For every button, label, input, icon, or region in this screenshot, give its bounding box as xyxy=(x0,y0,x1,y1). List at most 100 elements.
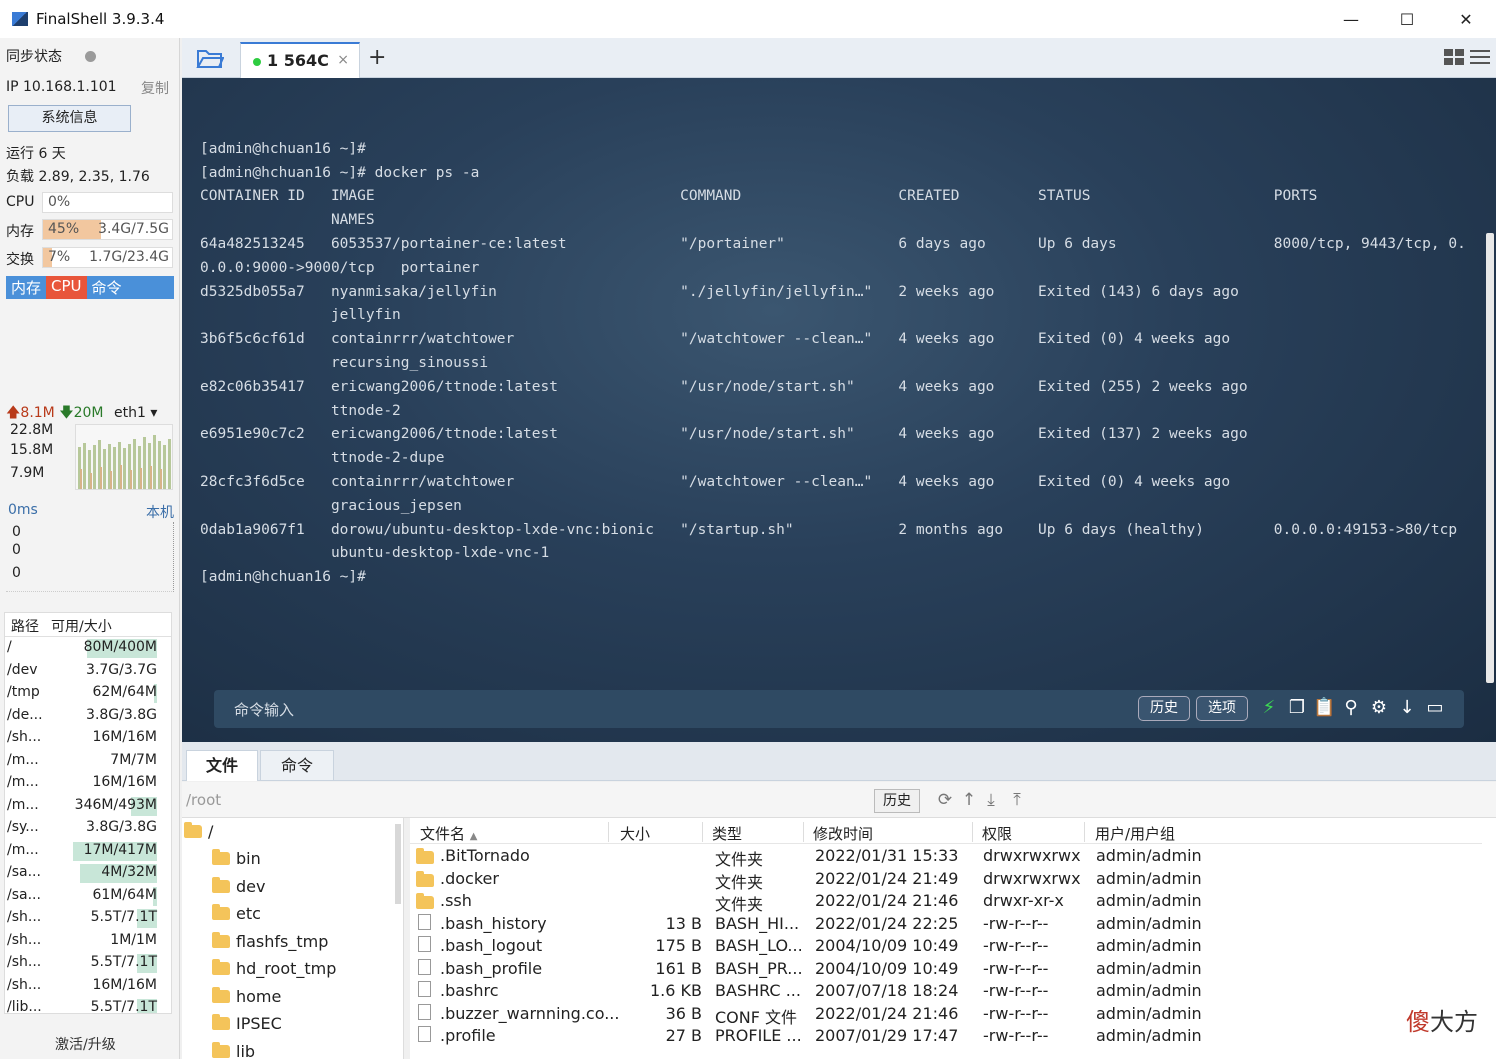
grid-layout-icon[interactable] xyxy=(1444,49,1464,65)
paste-icon[interactable]: 📋 xyxy=(1313,696,1335,720)
path-history-button[interactable]: 历史 xyxy=(874,789,920,813)
tab-files[interactable]: 文件 xyxy=(186,750,258,781)
copy-ip-link[interactable]: 复制 xyxy=(141,78,169,98)
path-input[interactable]: /root xyxy=(186,788,876,812)
path-bar: /root 历史 ⟳ ↑ ⤓ ⤒ xyxy=(182,782,1496,818)
file-row[interactable]: .profile 27 B PROFILE ... 2007/01/29 17:47 -… xyxy=(410,1025,1210,1048)
disk-row[interactable]: /dev 3.7G/3.7G xyxy=(5,660,171,683)
menu-icon[interactable] xyxy=(1470,49,1490,65)
disk-row[interactable]: /sh... 5.5T/7.1T xyxy=(5,907,171,930)
col-size[interactable]: 大小 xyxy=(620,823,650,844)
system-info-button[interactable]: 系统信息 xyxy=(8,105,131,132)
tree-item[interactable]: home xyxy=(212,986,281,1006)
tree-item-label: bin xyxy=(236,849,261,868)
disk-col-path[interactable]: 路径 xyxy=(5,613,45,636)
add-tab-button[interactable]: + xyxy=(368,45,386,70)
tree-item[interactable]: bin xyxy=(212,849,261,868)
up-directory-icon[interactable]: ↑ xyxy=(960,790,978,810)
disk-row[interactable]: /sa... 61M/64M xyxy=(5,885,171,908)
activate-upgrade-link[interactable]: 激活/升级 xyxy=(55,1034,116,1054)
tree-item[interactable]: lib xyxy=(212,1041,255,1059)
column-separator[interactable] xyxy=(702,822,703,842)
terminal-scrollbar[interactable] xyxy=(1486,233,1494,683)
terminal-line: [admin@hchuan16 ~]# xyxy=(200,140,366,157)
file-perm: drwxrwxrwx xyxy=(983,868,1081,888)
col-mtime[interactable]: 修改时间 xyxy=(813,823,873,844)
tab-command[interactable]: 命令 xyxy=(87,276,127,299)
refresh-icon[interactable]: ⟳ xyxy=(936,790,954,810)
session-tab[interactable]: 1 564C × xyxy=(240,42,360,78)
disk-value: 3.7G/3.7G xyxy=(86,661,157,678)
file-size: 1.6 KB xyxy=(650,981,702,1000)
net-scale-low: 7.9M xyxy=(10,465,45,481)
disk-row[interactable]: /de... 3.8G/3.8G xyxy=(5,705,171,728)
disk-path: /sa... xyxy=(7,864,41,880)
disk-col-size[interactable]: 可用/大小 xyxy=(45,613,118,636)
column-separator[interactable] xyxy=(972,822,973,842)
network-interface-select[interactable]: eth1 xyxy=(114,405,146,421)
tree-scrollbar[interactable] xyxy=(395,824,401,904)
tab-commands[interactable]: 命令 xyxy=(260,750,334,781)
command-input[interactable]: 命令输入 xyxy=(234,699,294,720)
disk-row[interactable]: /tmp 62M/64M xyxy=(5,682,171,705)
column-separator[interactable] xyxy=(1084,822,1085,842)
upload-icon[interactable]: ⤒ xyxy=(1008,790,1026,810)
close-button[interactable]: ✕ xyxy=(1437,0,1495,38)
file-row[interactable]: .buzzer_warnning.co... 36 B CONF 文件 2022/01… xyxy=(410,1003,1210,1027)
disk-row[interactable]: /m... 346M/493M xyxy=(5,795,171,818)
maximize-button[interactable]: ☐ xyxy=(1378,0,1436,38)
disk-row[interactable]: /m... 7M/7M xyxy=(5,750,171,773)
disk-row[interactable]: /sy... 3.8G/3.8G xyxy=(5,817,171,840)
minimize-button[interactable]: — xyxy=(1322,0,1380,38)
disk-row[interactable]: /sh... 16M/16M xyxy=(5,727,171,750)
lightning-icon[interactable]: ⚡ xyxy=(1258,696,1280,720)
terminal-line: [admin@hchuan16 ~]# xyxy=(200,569,366,586)
tab-cpu[interactable]: CPU xyxy=(46,276,87,299)
file-row[interactable]: .BitTornado 文件夹 2022/01/31 15:33 drwxrwxrwx… xyxy=(410,845,1210,869)
disk-row[interactable]: /m... 16M/16M xyxy=(5,772,171,795)
column-separator[interactable] xyxy=(803,822,804,842)
ping-host-select[interactable]: 本机 xyxy=(146,502,174,522)
copy-icon[interactable]: ❐ xyxy=(1286,696,1308,720)
disk-row[interactable]: /sh... 5.5T/7.1T xyxy=(5,952,171,975)
tree-item[interactable]: IPSEC xyxy=(212,1014,282,1033)
disk-table: 路径 可用/大小 / 80M/400M/dev 3.7G/3.7G/tmp 62M/6… xyxy=(4,612,172,1014)
arrow-down-icon[interactable]: ↓ xyxy=(1396,696,1418,720)
file-row[interactable]: .bash_logout 175 B BASH_LO... 2004/10/09 10… xyxy=(410,935,1210,958)
file-row[interactable]: .ssh 文件夹 2022/01/24 21:46 drwxr-xr-x admin/a… xyxy=(410,890,1210,914)
tree-item[interactable]: flashfs_tmp xyxy=(212,931,328,951)
options-button[interactable]: 选项 xyxy=(1196,696,1248,721)
download-icon[interactable]: ⤓ xyxy=(982,790,1000,810)
disk-row[interactable]: /sa... 4M/32M xyxy=(5,862,171,885)
disk-row[interactable]: /lib... 5.5T/7.1T xyxy=(5,997,171,1013)
disk-row[interactable]: / 80M/400M xyxy=(5,637,171,660)
file-row[interactable]: .docker 文件夹 2022/01/24 21:49 drwxrwxrwx admi… xyxy=(410,868,1210,892)
gear-icon[interactable]: ⚙ xyxy=(1368,696,1390,720)
col-filename[interactable]: 文件名 ▲ xyxy=(420,823,478,844)
chevron-down-icon[interactable]: ▾ xyxy=(150,405,157,421)
file-row[interactable]: .bash_history 13 B BASH_HI... 2022/01/24 22… xyxy=(410,913,1210,936)
disk-row[interactable]: /sh... 16M/16M xyxy=(5,975,171,998)
history-button[interactable]: 历史 xyxy=(1138,696,1190,721)
fullscreen-icon[interactable]: ▭ xyxy=(1424,696,1446,720)
col-permission[interactable]: 权限 xyxy=(982,823,1012,844)
disk-row[interactable]: /m... 17M/417M xyxy=(5,840,171,863)
col-owner[interactable]: 用户/用户组 xyxy=(1095,823,1175,844)
disk-path: /m... xyxy=(7,796,39,813)
tree-item[interactable]: etc xyxy=(212,904,261,923)
tab-memory[interactable]: 内存 xyxy=(6,276,46,299)
folder-icon xyxy=(416,848,434,864)
col-type[interactable]: 类型 xyxy=(712,823,742,844)
disk-row[interactable]: /sh... 1M/1M xyxy=(5,930,171,953)
terminal[interactable]: [admin@hchuan16 ~]# [admin@hchuan16 ~]# d… xyxy=(182,78,1496,742)
column-separator[interactable] xyxy=(608,822,609,842)
file-row[interactable]: .bash_profile 161 B BASH_PR... 2004/10/09 1… xyxy=(410,958,1210,981)
tree-item[interactable]: dev xyxy=(212,876,265,896)
tree-item[interactable]: hd_root_tmp xyxy=(212,959,336,978)
open-folder-icon[interactable] xyxy=(196,47,224,69)
file-row[interactable]: .bashrc 1.6 KB BASHRC ... 2007/07/18 18:24 -… xyxy=(410,980,1210,1003)
search-icon[interactable]: ⚲ xyxy=(1340,696,1362,720)
tree-item-root[interactable]: / xyxy=(184,822,213,841)
close-tab-icon[interactable]: × xyxy=(337,52,349,68)
terminal-output[interactable]: [admin@hchuan16 ~]# [admin@hchuan16 ~]# d… xyxy=(200,114,1466,590)
